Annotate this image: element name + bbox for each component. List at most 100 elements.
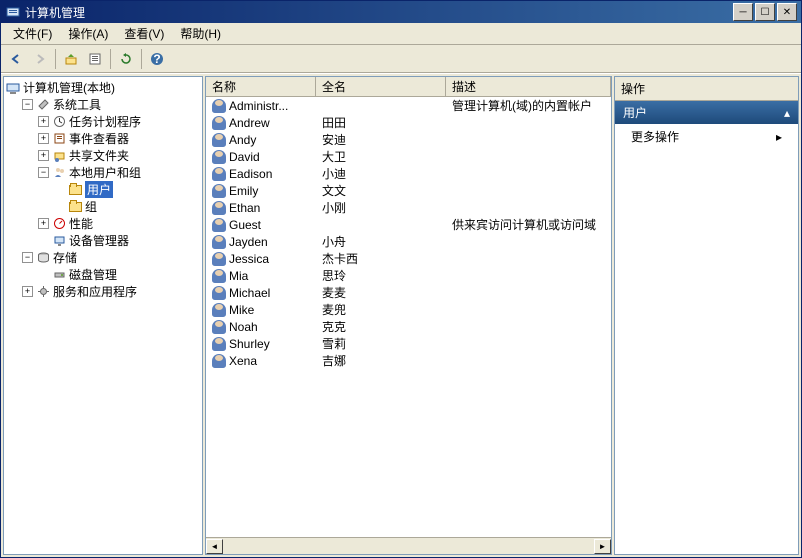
computer-icon <box>6 81 20 95</box>
tree-services-apps[interactable]: + 服务和应用程序 <box>22 283 200 300</box>
tree-users[interactable]: 用户 <box>54 181 200 198</box>
tree-label: 服务和应用程序 <box>53 283 137 300</box>
collapse-icon[interactable]: − <box>22 252 33 263</box>
scroll-right-button[interactable]: ► <box>594 539 611 554</box>
refresh-button[interactable] <box>115 48 137 70</box>
actions-selected[interactable]: 用户 ▴ <box>615 101 798 124</box>
scroll-left-button[interactable]: ◄ <box>206 539 223 554</box>
actions-more-label: 更多操作 <box>631 128 679 145</box>
cell-name: Jayden <box>206 235 316 249</box>
cell-fullname: 大卫 <box>316 148 446 165</box>
menu-view[interactable]: 查看(V) <box>116 23 172 44</box>
tree-groups[interactable]: 组 <box>54 198 200 215</box>
actions-panel: 操作 用户 ▴ 更多操作 ▸ <box>614 76 799 555</box>
table-row[interactable]: Shurley雪莉 <box>206 335 611 352</box>
horizontal-scrollbar[interactable]: ◄ ► <box>206 537 611 554</box>
table-row[interactable]: Administr...管理计算机(域)的内置帐户 <box>206 97 611 114</box>
perf-icon <box>52 217 66 231</box>
user-icon <box>212 150 226 164</box>
user-icon <box>212 116 226 130</box>
tree-root[interactable]: 计算机管理(本地) <box>6 79 200 96</box>
table-row[interactable]: Noah克克 <box>206 318 611 335</box>
expand-icon[interactable]: + <box>38 150 49 161</box>
tree-storage[interactable]: −存储 <box>22 249 200 266</box>
col-name[interactable]: 名称 <box>206 77 316 96</box>
expand-icon[interactable]: + <box>38 218 49 229</box>
menu-action[interactable]: 操作(A) <box>60 23 116 44</box>
list-header: 名称 全名 描述 <box>206 77 611 97</box>
window-controls: ─ ☐ ✕ <box>733 3 797 21</box>
table-row[interactable]: Mike麦兜 <box>206 301 611 318</box>
menu-file[interactable]: 文件(F) <box>5 23 60 44</box>
menu-help[interactable]: 帮助(H) <box>172 23 229 44</box>
properties-button[interactable] <box>84 48 106 70</box>
forward-button[interactable] <box>29 48 51 70</box>
actions-header: 操作 <box>615 77 798 101</box>
expand-icon[interactable]: + <box>38 116 49 127</box>
user-icon <box>212 201 226 215</box>
collapse-icon[interactable]: − <box>38 167 49 178</box>
table-row[interactable]: Andy安迪 <box>206 131 611 148</box>
help-button[interactable]: ? <box>146 48 168 70</box>
tree-event-viewer[interactable]: +事件查看器 <box>38 130 200 147</box>
tree-local-users[interactable]: −本地用户和组 <box>38 164 200 181</box>
tree-label: 任务计划程序 <box>69 113 141 130</box>
up-button[interactable] <box>60 48 82 70</box>
table-row[interactable]: Mia思玲 <box>206 267 611 284</box>
col-description[interactable]: 描述 <box>446 77 611 96</box>
tree-label: 系统工具 <box>53 96 101 113</box>
window-title: 计算机管理 <box>25 4 733 21</box>
table-row[interactable]: Emily文文 <box>206 182 611 199</box>
cell-fullname: 吉娜 <box>316 352 446 369</box>
svg-text:?: ? <box>153 52 160 66</box>
table-row[interactable]: Ethan小刚 <box>206 199 611 216</box>
tree-performance[interactable]: +性能 <box>38 215 200 232</box>
cell-name: Ethan <box>206 201 316 215</box>
table-row[interactable]: Eadison小迪 <box>206 165 611 182</box>
toolbar: ? <box>1 45 801 73</box>
content-area: 计算机管理(本地) − 系统工具 + 任务计划程序 +事件查看器 <box>1 73 801 557</box>
toolbar-separator <box>141 49 142 69</box>
tree-task-scheduler[interactable]: + 任务计划程序 <box>38 113 200 130</box>
collapse-icon[interactable]: − <box>22 99 33 110</box>
table-row[interactable]: Andrew田田 <box>206 114 611 131</box>
chevron-up-icon: ▴ <box>784 106 790 120</box>
tree-device-manager[interactable]: 设备管理器 <box>38 232 200 249</box>
tree-disk-management[interactable]: 磁盘管理 <box>38 266 200 283</box>
cell-fullname: 麦麦 <box>316 284 446 301</box>
cell-name: Shurley <box>206 337 316 351</box>
table-row[interactable]: Xena吉娜 <box>206 352 611 369</box>
cell-fullname: 杰卡西 <box>316 250 446 267</box>
tree-shared-folders[interactable]: +共享文件夹 <box>38 147 200 164</box>
cell-description: 管理计算机(域)的内置帐户 <box>446 97 611 114</box>
watermark-small: 技术博客 Blog <box>637 524 790 540</box>
close-button[interactable]: ✕ <box>777 3 797 21</box>
cell-fullname: 克克 <box>316 318 446 335</box>
folder-icon <box>68 200 82 214</box>
table-row[interactable]: Jayden小舟 <box>206 233 611 250</box>
list-body[interactable]: Administr...管理计算机(域)的内置帐户Andrew田田Andy安迪D… <box>206 97 611 537</box>
table-row[interactable]: Jessica杰卡西 <box>206 250 611 267</box>
col-fullname[interactable]: 全名 <box>316 77 446 96</box>
event-icon <box>52 132 66 146</box>
minimize-button[interactable]: ─ <box>733 3 753 21</box>
expand-icon[interactable]: + <box>38 133 49 144</box>
user-icon <box>212 235 226 249</box>
back-button[interactable] <box>5 48 27 70</box>
folder-icon <box>68 183 82 197</box>
tree-panel[interactable]: 计算机管理(本地) − 系统工具 + 任务计划程序 +事件查看器 <box>3 76 203 555</box>
maximize-button[interactable]: ☐ <box>755 3 775 21</box>
tree-label: 组 <box>85 198 97 215</box>
cell-fullname: 雪莉 <box>316 335 446 352</box>
cell-name: Guest <box>206 218 316 232</box>
cell-name: Emily <box>206 184 316 198</box>
expand-icon[interactable]: + <box>22 286 33 297</box>
tree-system-tools[interactable]: − 系统工具 <box>22 96 200 113</box>
table-row[interactable]: Guest供来宾访问计算机或访问域 <box>206 216 611 233</box>
toolbar-separator <box>110 49 111 69</box>
table-row[interactable]: Michael麦麦 <box>206 284 611 301</box>
table-row[interactable]: David大卫 <box>206 148 611 165</box>
actions-more[interactable]: 更多操作 ▸ <box>615 124 798 149</box>
actions-body: 用户 ▴ 更多操作 ▸ <box>615 101 798 554</box>
menubar: 文件(F) 操作(A) 查看(V) 帮助(H) <box>1 23 801 45</box>
